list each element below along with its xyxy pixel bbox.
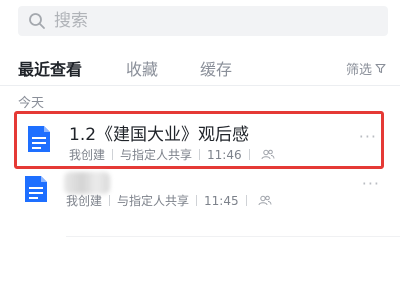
document-creator: 我创建 — [69, 148, 106, 162]
shared-users-icon — [258, 195, 272, 206]
document-meta: 我创建 与指定人共享 11:46 — [69, 146, 275, 163]
filter-label: 筛选 — [345, 63, 372, 78]
more-options-button[interactable]: ··· — [362, 174, 380, 193]
more-options-button[interactable]: ··· — [359, 127, 377, 146]
row-divider — [66, 236, 400, 237]
document-time: 11:46 — [207, 147, 242, 162]
tab-favorites[interactable]: 收藏 — [126, 56, 158, 80]
search-input[interactable] — [54, 6, 354, 36]
doc-icon — [28, 126, 50, 152]
document-row[interactable]: 我创建 与指定人共享 11:45 ··· — [14, 172, 384, 230]
shared-users-icon — [261, 149, 275, 160]
tabs-divider — [0, 85, 400, 86]
filter-icon — [375, 63, 386, 74]
document-title: 1.2《建国大业》观后感 — [69, 125, 250, 145]
meta-separator — [245, 195, 247, 206]
document-share: 与指定人共享 — [117, 194, 190, 208]
document-meta: 我创建 与指定人共享 11:45 — [66, 192, 272, 209]
document-row[interactable]: 1.2《建国大业》观后感 我创建 与指定人共享 11:46 ··· — [14, 111, 384, 169]
document-share: 与指定人共享 — [120, 148, 193, 162]
meta-separator — [109, 195, 111, 206]
search-bar[interactable] — [18, 6, 388, 36]
meta-separator — [196, 195, 198, 206]
tab-cache[interactable]: 缓存 — [200, 56, 232, 80]
meta-separator — [112, 149, 114, 160]
search-icon — [29, 13, 45, 29]
filter-button[interactable]: 筛选 — [346, 59, 386, 78]
tab-recent[interactable]: 最近查看 — [18, 56, 82, 80]
document-time: 11:45 — [204, 193, 239, 208]
document-creator: 我创建 — [66, 194, 103, 208]
blurred-document-title — [64, 172, 110, 194]
doc-icon — [25, 176, 47, 202]
meta-separator — [248, 149, 250, 160]
section-label-today: 今天 — [18, 96, 45, 111]
meta-separator — [199, 149, 201, 160]
